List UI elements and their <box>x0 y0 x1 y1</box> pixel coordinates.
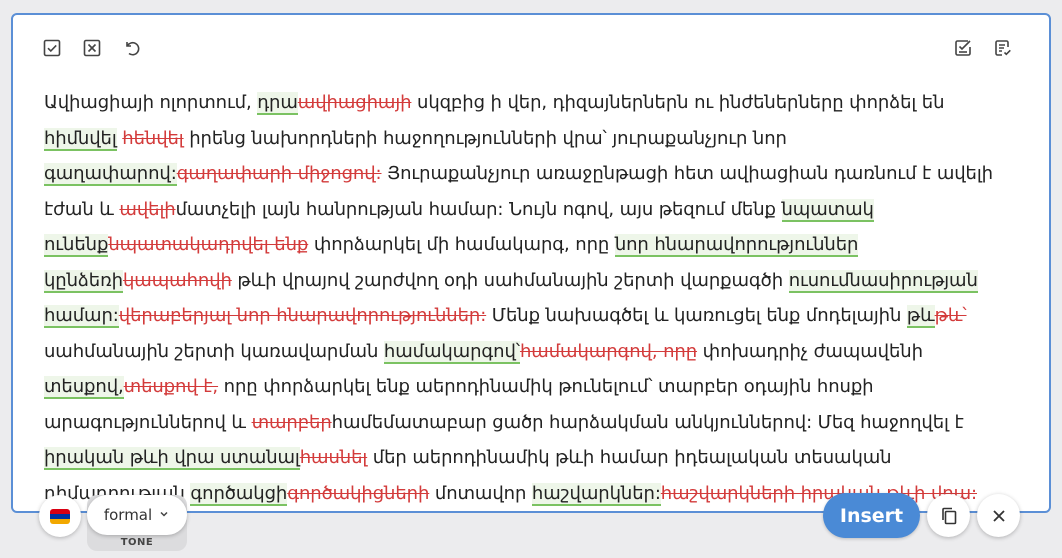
suggestion-text[interactable]: Ավիացիայի ոլորտում, դրաավիացիայի սկզբից … <box>44 85 1004 511</box>
notes-icon[interactable] <box>992 37 1014 59</box>
editor-card: Ավիացիայի ոլորտում, դրաավիացիայի սկզբից … <box>11 13 1051 513</box>
deleted-text[interactable]: վերաբերյալ նոր հնարավորություններ: <box>119 305 487 326</box>
unchanged-text: սահմանային շերտի կառավարման <box>44 340 384 362</box>
deleted-text[interactable]: համակարգով, որը <box>520 341 697 362</box>
deleted-text[interactable]: հենվել <box>122 128 183 149</box>
undo-icon[interactable] <box>121 37 143 59</box>
unchanged-text: փոխադրիչ ժապավենի <box>697 340 923 362</box>
unchanged-text: փորձարկել մի համակարգ, որը <box>308 234 615 255</box>
unchanged-text: համեմատաբար ցածր հարձակման անկյուններով:… <box>331 411 964 433</box>
unchanged-text: մոտավոր <box>429 482 532 504</box>
inserted-text[interactable]: հաշվարկներ: <box>531 482 661 506</box>
deleted-text[interactable]: թև՝ <box>935 305 967 326</box>
deleted-text[interactable]: ավիացիայի <box>298 92 412 113</box>
reject-all-icon[interactable] <box>81 37 103 59</box>
unchanged-text: իրենց նախորդների հաջողությունների վրա՝ յ… <box>183 127 787 149</box>
unchanged-text: Մենք նախագծել և կառուցել ենք մոդելային <box>486 305 907 326</box>
inserted-text[interactable]: գաղափարով: <box>44 163 177 186</box>
deleted-text[interactable]: հաշվարկների իրական թևի վրա: <box>661 483 977 504</box>
copy-button[interactable] <box>927 494 970 537</box>
inserted-text[interactable]: հիմնվել <box>44 127 117 151</box>
unchanged-text: Ավիացիայի ոլորտում, <box>44 92 258 113</box>
deleted-text[interactable]: տեսքով է, <box>124 376 219 397</box>
deleted-text[interactable]: հասնել <box>300 447 368 468</box>
armenia-flag-icon <box>50 508 70 524</box>
deleted-text[interactable]: գործակիցների <box>287 483 429 504</box>
insert-button[interactable]: Insert <box>823 493 920 538</box>
deleted-text[interactable]: կապահովի <box>123 270 232 291</box>
unchanged-text: մատչելի լայն հանրության համար: Նույն ոգո… <box>175 198 782 220</box>
language-button[interactable] <box>39 495 81 537</box>
inserted-text[interactable]: դրա <box>257 92 298 115</box>
inserted-text[interactable]: համակարգով՝ <box>383 340 520 364</box>
close-icon <box>992 509 1005 522</box>
unchanged-text: սկզբից ի վեր, դիզայներներն ու ինժեներներ… <box>411 92 945 113</box>
inserted-text[interactable]: թև <box>906 305 935 328</box>
tone-label: TONE <box>120 537 154 548</box>
deleted-text[interactable]: նպատակադրվել ենք <box>108 234 308 255</box>
close-button[interactable] <box>977 494 1020 537</box>
tone-select[interactable]: formal <box>87 495 187 535</box>
deleted-text[interactable]: տարբեր <box>252 412 332 433</box>
checklist-icon[interactable] <box>952 37 974 59</box>
deleted-text[interactable]: ավելի <box>119 199 175 220</box>
toolbar <box>13 15 1049 79</box>
tone-control: formal TONE <box>87 495 187 551</box>
copy-icon <box>941 507 956 524</box>
inserted-text[interactable]: գործակցի <box>190 482 287 506</box>
inserted-text[interactable]: տեսքով, <box>44 376 124 399</box>
unchanged-text: թևի վրայով շարժվող օդի սահմանային շերտի … <box>231 269 789 291</box>
chevron-down-icon <box>158 506 170 524</box>
accept-all-icon[interactable] <box>41 37 63 59</box>
deleted-text[interactable]: գաղափարի միջոցով: <box>177 163 382 184</box>
tone-value: formal <box>103 506 153 524</box>
inserted-text[interactable]: իրական թևի վրա ստանալ <box>44 447 300 470</box>
